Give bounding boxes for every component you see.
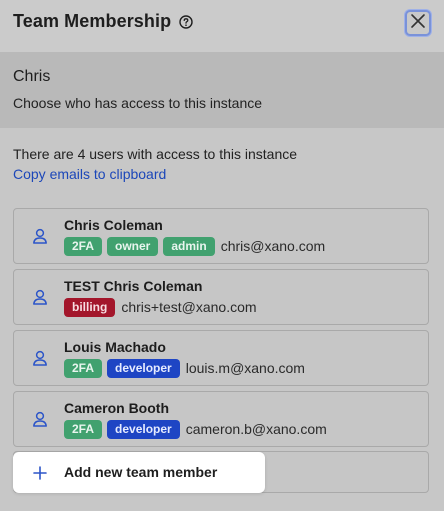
- member-details: 2FA developer cameron.b@xano.com: [64, 419, 327, 439]
- member-email: louis.m@xano.com: [185, 360, 305, 376]
- plus-icon: [32, 465, 48, 481]
- instance-description: Choose who has access to this instance: [13, 95, 263, 111]
- close-icon: [410, 13, 426, 34]
- member-email: chris+test@xano.com: [121, 299, 257, 315]
- add-team-member-label: Add new team member: [64, 464, 218, 480]
- access-summary: There are 4 users with access to this in…: [13, 146, 298, 162]
- member-card[interactable]: Chris Coleman 2FA owner admin chris@xano…: [13, 208, 429, 264]
- member-email: cameron.b@xano.com: [185, 421, 327, 437]
- user-icon: [31, 288, 49, 306]
- member-card[interactable]: TEST Chris Coleman billing chris+test@xa…: [13, 269, 429, 325]
- member-name: Chris Coleman: [64, 217, 163, 233]
- badge-developer: developer: [107, 358, 180, 378]
- member-details: 2FA owner admin chris@xano.com: [64, 236, 325, 256]
- user-icon: [31, 227, 49, 245]
- close-button[interactable]: [405, 10, 431, 36]
- dialog-header: Team Membership: [0, 0, 444, 52]
- user-icon: [31, 410, 49, 428]
- badge-2fa: 2FA: [64, 236, 103, 256]
- user-icon: [31, 349, 49, 367]
- instance-name: Chris: [13, 68, 51, 85]
- member-details: billing chris+test@xano.com: [64, 297, 257, 317]
- title-wrap: Team Membership: [13, 11, 193, 32]
- badge-developer: developer: [107, 419, 180, 439]
- instance-banner: Chris Choose who has access to this inst…: [0, 52, 444, 128]
- member-name: Louis Machado: [64, 339, 166, 355]
- badge-admin: admin: [163, 236, 215, 256]
- member-details: 2FA developer louis.m@xano.com: [64, 358, 305, 378]
- add-team-member-button[interactable]: Add new team member: [13, 452, 265, 493]
- member-card[interactable]: Louis Machado 2FA developer louis.m@xano…: [13, 330, 429, 386]
- help-circle-icon[interactable]: [179, 14, 193, 29]
- badge-owner: owner: [107, 236, 159, 256]
- badge-2fa: 2FA: [64, 358, 103, 378]
- copy-emails-link[interactable]: Copy emails to clipboard: [13, 166, 166, 182]
- dialog-title: Team Membership: [13, 11, 172, 31]
- member-email: chris@xano.com: [220, 238, 326, 254]
- member-card[interactable]: Cameron Booth 2FA developer cameron.b@xa…: [13, 391, 429, 447]
- badge-2fa: 2FA: [64, 419, 103, 439]
- badge-billing: billing: [64, 297, 116, 317]
- member-name: TEST Chris Coleman: [64, 278, 203, 294]
- member-name: Cameron Booth: [64, 400, 169, 416]
